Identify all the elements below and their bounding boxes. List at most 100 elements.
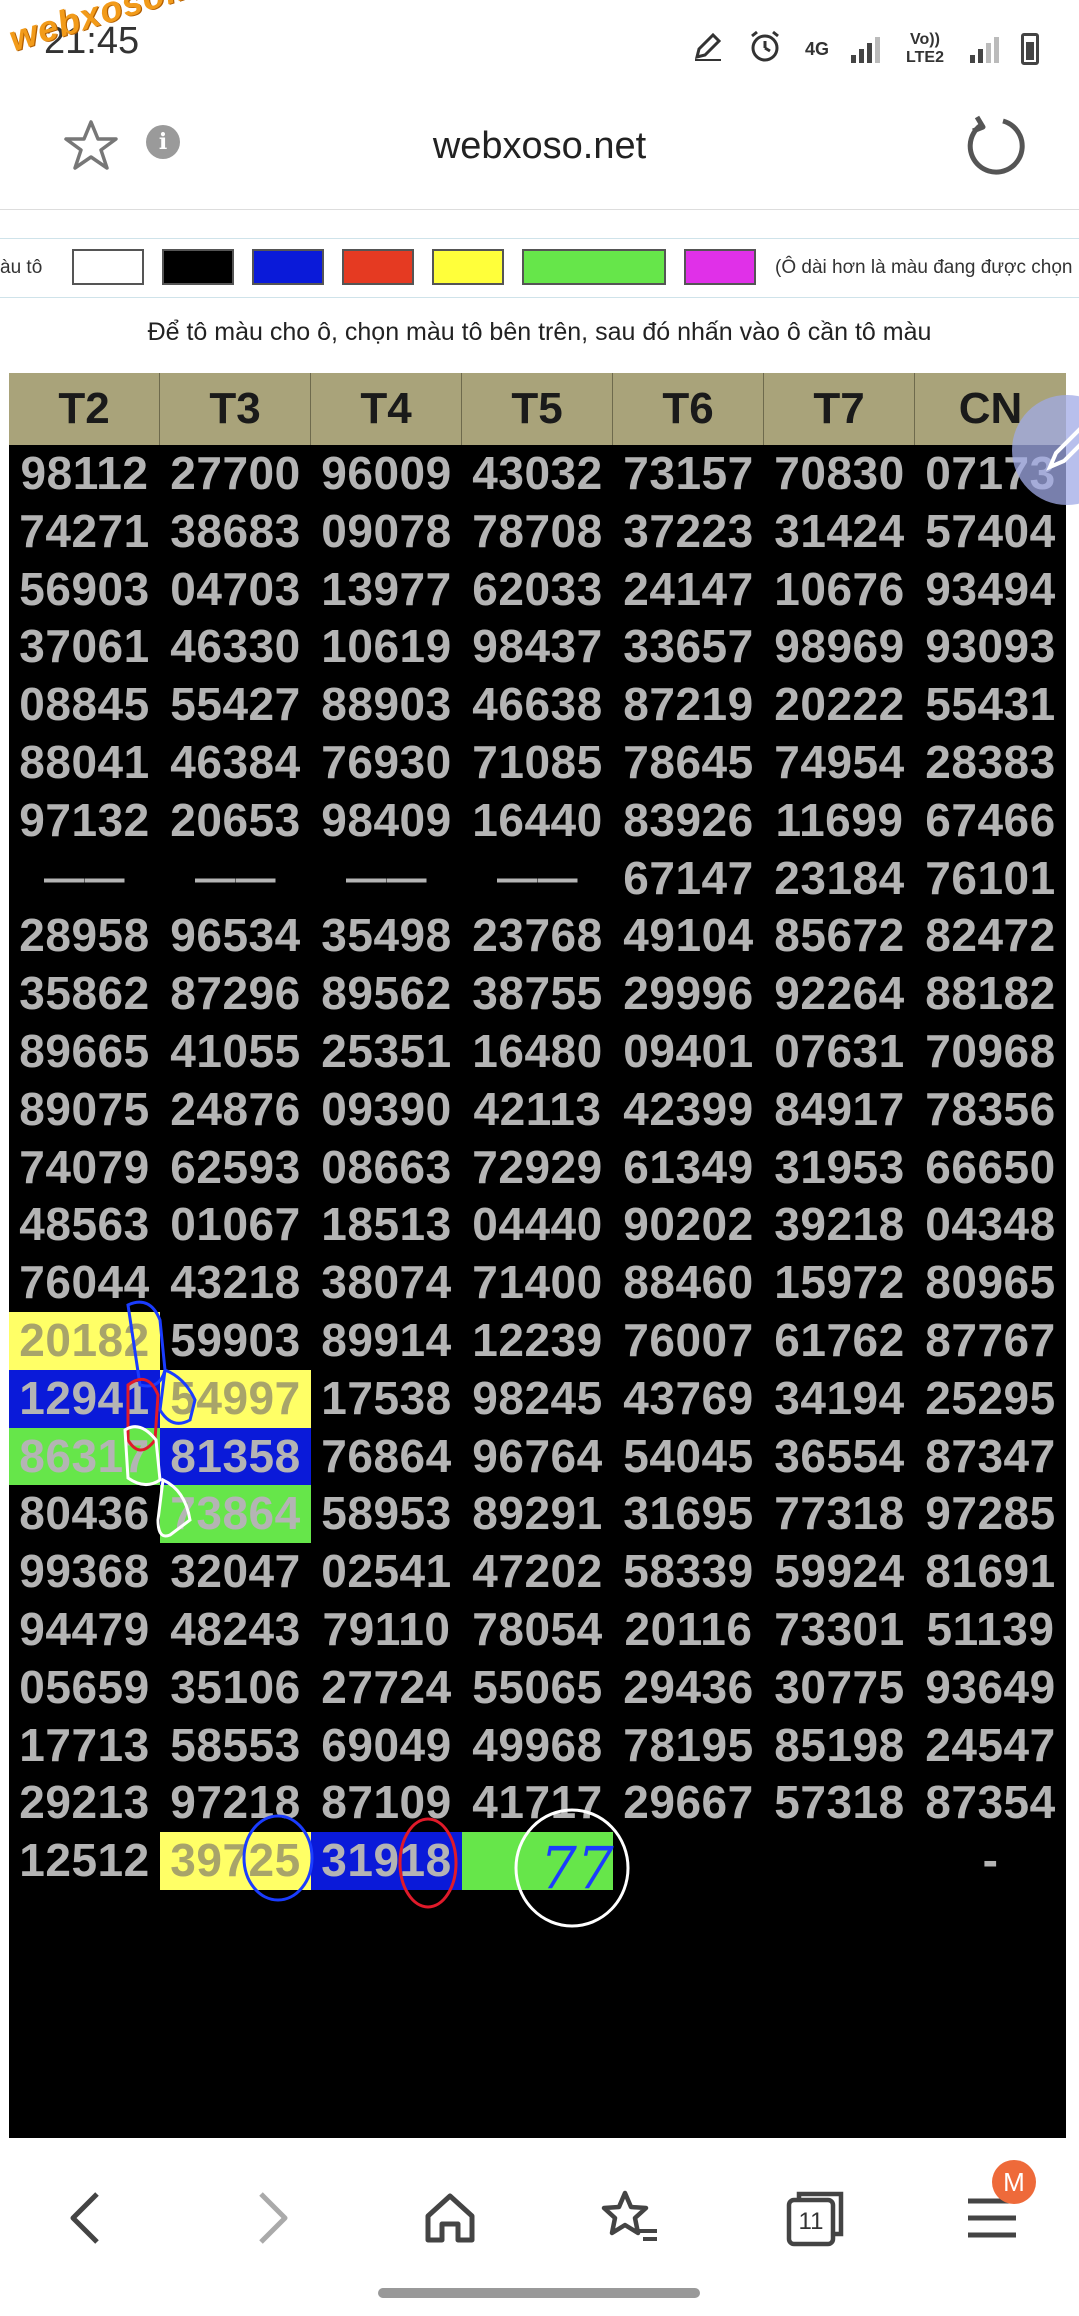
number-cell[interactable]: 42399 <box>613 1081 764 1139</box>
number-cell[interactable]: 66650 <box>915 1139 1066 1197</box>
number-cell[interactable]: 18513 <box>311 1196 462 1254</box>
number-cell[interactable]: 08845 <box>9 676 160 734</box>
number-cell[interactable]: 43218 <box>160 1254 311 1312</box>
number-cell[interactable]: 97132 <box>9 792 160 850</box>
number-cell[interactable]: 27724 <box>311 1659 462 1717</box>
number-cell[interactable]: 89291 <box>462 1485 613 1543</box>
number-cell[interactable]: —— <box>160 850 311 908</box>
number-cell[interactable]: 86317 <box>9 1427 160 1486</box>
swatch-magenta[interactable] <box>684 249 756 285</box>
number-cell[interactable]: 58339 <box>613 1543 764 1601</box>
number-cell[interactable]: 31918 <box>311 1832 462 1890</box>
number-cell[interactable]: 23768 <box>462 907 613 965</box>
number-cell[interactable]: 55431 <box>915 676 1066 734</box>
number-cell[interactable]: 37223 <box>613 503 764 561</box>
number-cell[interactable]: 98437 <box>462 618 613 676</box>
number-cell[interactable]: 47202 <box>462 1543 613 1601</box>
number-cell[interactable]: 62033 <box>462 561 613 619</box>
forward-button[interactable] <box>232 2178 312 2258</box>
home-indicator[interactable] <box>378 2288 700 2298</box>
number-cell[interactable]: 78195 <box>613 1717 764 1775</box>
reload-button[interactable] <box>963 113 1029 179</box>
number-cell[interactable]: 51139 <box>915 1601 1066 1659</box>
number-cell[interactable]: 04440 <box>462 1196 613 1254</box>
number-cell[interactable]: 78645 <box>613 734 764 792</box>
number-cell[interactable]: 34194 <box>764 1370 915 1428</box>
number-cell[interactable]: 93494 <box>915 561 1066 619</box>
number-cell[interactable]: 96764 <box>462 1428 613 1486</box>
number-cell[interactable]: 87767 <box>915 1312 1066 1370</box>
floating-pen-button[interactable] <box>1012 395 1079 505</box>
number-cell[interactable]: 98245 <box>462 1370 613 1428</box>
number-cell[interactable]: 92264 <box>764 965 915 1023</box>
number-cell[interactable]: 84917 <box>764 1081 915 1139</box>
number-cell[interactable]: 12239 <box>462 1312 613 1370</box>
number-cell[interactable]: 61762 <box>764 1312 915 1370</box>
swatch-white[interactable] <box>72 249 144 285</box>
number-cell[interactable]: 85198 <box>764 1717 915 1775</box>
number-cell[interactable]: 29996 <box>613 965 764 1023</box>
number-cell[interactable]: 57404 <box>915 503 1066 561</box>
number-cell[interactable]: 99368 <box>9 1543 160 1601</box>
number-cell[interactable]: 58553 <box>160 1717 311 1775</box>
number-cell[interactable]: 89075 <box>9 1081 160 1139</box>
number-cell[interactable]: 58953 <box>311 1485 462 1543</box>
number-cell[interactable]: 73301 <box>764 1601 915 1659</box>
bookmarks-button[interactable] <box>590 2178 670 2258</box>
number-cell[interactable]: 16480 <box>462 1023 613 1081</box>
number-cell[interactable]: 29667 <box>613 1774 764 1832</box>
number-cell[interactable]: 77318 <box>764 1485 915 1543</box>
number-cell[interactable]: 08663 <box>311 1139 462 1197</box>
number-cell[interactable]: 30775 <box>764 1659 915 1717</box>
number-cell[interactable] <box>764 1832 915 1890</box>
number-cell[interactable]: 16440 <box>462 792 613 850</box>
number-cell[interactable]: 46638 <box>462 676 613 734</box>
number-cell[interactable]: 05659 <box>9 1659 160 1717</box>
number-cell[interactable]: 43032 <box>462 445 613 503</box>
number-cell[interactable]: 59924 <box>764 1543 915 1601</box>
number-cell[interactable]: 59903 <box>160 1312 311 1370</box>
number-cell[interactable]: 29213 <box>9 1774 160 1832</box>
number-cell[interactable]: 42113 <box>462 1081 613 1139</box>
number-cell[interactable]: 54045 <box>613 1428 764 1486</box>
number-cell[interactable]: 27700 <box>160 445 311 503</box>
number-cell[interactable]: 79110 <box>311 1601 462 1659</box>
number-cell[interactable]: 36554 <box>764 1428 915 1486</box>
number-cell[interactable]: 24547 <box>915 1717 1066 1775</box>
number-cell[interactable]: 71400 <box>462 1254 613 1312</box>
number-cell[interactable]: 87354 <box>915 1774 1066 1832</box>
number-cell[interactable]: 88041 <box>9 734 160 792</box>
number-cell[interactable]: 82472 <box>915 907 1066 965</box>
number-cell[interactable]: 62593 <box>160 1139 311 1197</box>
number-cell[interactable]: 80965 <box>915 1254 1066 1312</box>
number-cell[interactable]: 35862 <box>9 965 160 1023</box>
number-cell[interactable]: 78356 <box>915 1081 1066 1139</box>
number-cell[interactable]: 20653 <box>160 792 311 850</box>
number-cell[interactable]: 17713 <box>9 1717 160 1775</box>
number-cell[interactable]: 38683 <box>160 503 311 561</box>
number-cell[interactable]: 13977 <box>311 561 462 619</box>
number-cell[interactable]: 76930 <box>311 734 462 792</box>
number-cell[interactable]: 81358 <box>160 1427 311 1486</box>
number-cell[interactable]: 15972 <box>764 1254 915 1312</box>
number-cell[interactable]: 37061 <box>9 618 160 676</box>
number-cell[interactable]: 29436 <box>613 1659 764 1717</box>
number-cell[interactable]: 90202 <box>613 1196 764 1254</box>
number-cell[interactable]: 88903 <box>311 676 462 734</box>
number-cell[interactable]: 43769 <box>613 1370 764 1428</box>
number-cell[interactable]: 61349 <box>613 1139 764 1197</box>
number-cell[interactable]: 76864 <box>311 1428 462 1486</box>
number-cell[interactable]: 74079 <box>9 1139 160 1197</box>
number-cell[interactable]: —— <box>9 850 160 908</box>
number-cell[interactable]: 71085 <box>462 734 613 792</box>
account-badge[interactable]: M <box>992 2160 1036 2204</box>
number-cell[interactable]: 67147 <box>613 850 764 908</box>
number-cell[interactable]: 70830 <box>764 445 915 503</box>
number-cell[interactable]: 96009 <box>311 445 462 503</box>
number-cell[interactable]: 24147 <box>613 561 764 619</box>
number-cell[interactable]: 49968 <box>462 1717 613 1775</box>
number-cell[interactable]: 39218 <box>764 1196 915 1254</box>
number-cell[interactable]: 97285 <box>915 1485 1066 1543</box>
number-cell[interactable]: 10676 <box>764 561 915 619</box>
number-cell[interactable]: 54997 <box>160 1369 311 1428</box>
